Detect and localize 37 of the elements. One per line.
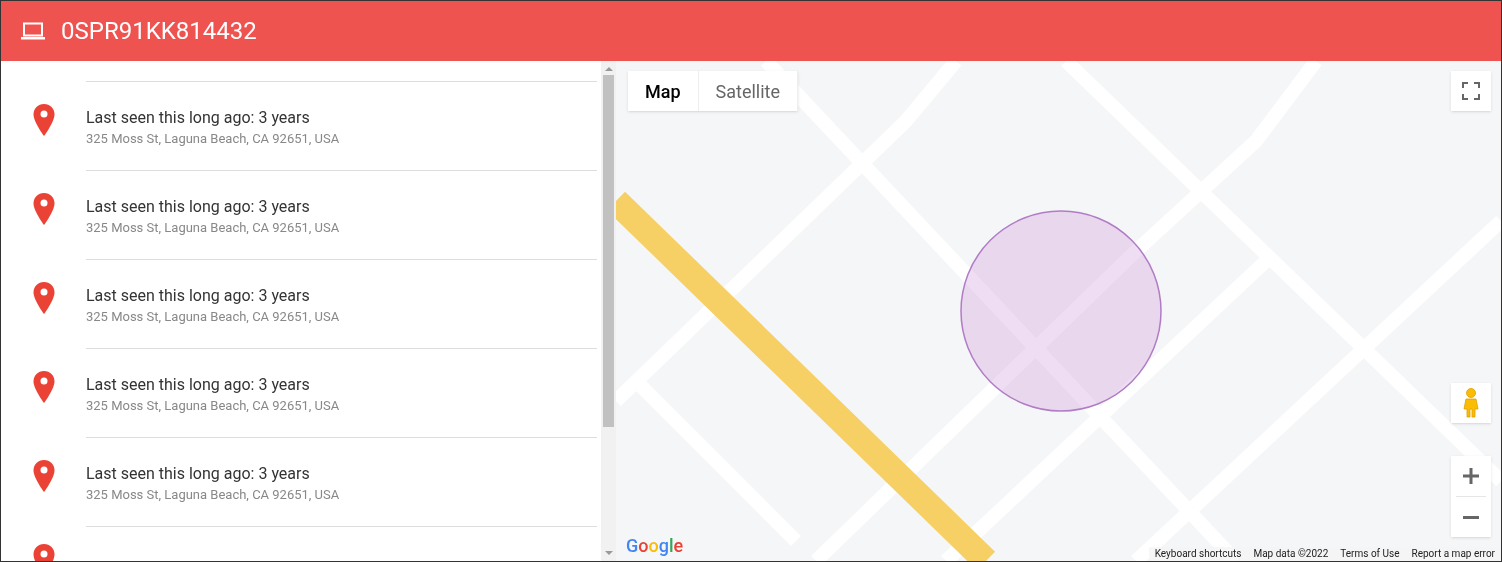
address-text: 325 Moss St, Laguna Beach, CA 92651, USA	[86, 486, 341, 504]
device-id-title: 0SPR91KK814432	[61, 16, 257, 47]
map-type-tab[interactable]: Map	[628, 71, 699, 111]
last-seen-text: Last seen this long ago: 3 years	[86, 285, 311, 307]
map-pin-icon	[31, 459, 56, 493]
map-footer-link[interactable]: Terms of Use	[1334, 547, 1406, 561]
map-logo: Google	[626, 535, 684, 557]
map-pin-icon	[31, 281, 56, 315]
fullscreen-icon	[1462, 82, 1480, 100]
map-type-tab[interactable]: Satellite	[698, 71, 799, 111]
location-item[interactable]: Last seen this long ago: 3 years 325 Moss St, Laguna Beach, CA 92651, USA	[1, 438, 601, 527]
fullscreen-button[interactable]	[1451, 71, 1491, 111]
last-seen-text: Last seen this long ago: 3 years	[86, 463, 311, 485]
map-pin-icon	[31, 370, 56, 404]
map-pin-icon	[31, 103, 56, 137]
location-item[interactable]: Last seen this long ago: 3 years 325 Moss St, Laguna Beach, CA 92651, USA	[1, 349, 601, 438]
map-footer-link[interactable]: Map data ©2022	[1247, 547, 1335, 561]
last-seen-text: Last seen this long ago: 3 years	[86, 196, 311, 218]
address-text: 325 Moss St, Laguna Beach, CA 92651, USA	[86, 308, 341, 326]
scrollbar[interactable]	[601, 61, 616, 561]
last-seen-text: Last seen this long ago: 3 years	[86, 107, 311, 129]
person-icon	[1463, 388, 1479, 418]
map-footer-link[interactable]: Keyboard shortcuts	[1148, 547, 1248, 561]
address-text: 325 Moss St, Laguna Beach, CA 92651, USA	[86, 130, 341, 148]
location-item[interactable]: Last seen this long ago: 3 years 325 Moss St, Laguna Beach, CA 92651, USA	[1, 171, 601, 260]
plus-icon	[1462, 467, 1480, 485]
address-text: 325 Moss St, Laguna Beach, CA 92651, USA	[86, 219, 341, 237]
address-text: 325 Moss St, Laguna Beach, CA 92651, USA	[86, 397, 341, 415]
laptop-icon	[21, 22, 45, 40]
scrollbar-thumb[interactable]	[603, 75, 614, 427]
minus-icon	[1463, 515, 1479, 519]
location-item[interactable]: Last seen this long ago: 3 years 325 Moss St, Laguna Beach, CA 92651, USA	[1, 82, 601, 171]
last-seen-text: Last seen this long ago: 3 years	[86, 374, 311, 396]
map-pin-icon	[31, 192, 56, 226]
street-view-button[interactable]	[1451, 383, 1491, 423]
map-footer-link[interactable]: Report a map error	[1405, 547, 1501, 561]
location-item[interactable]: Last seen this long ago: 3 years 325 Moss St, Laguna Beach, CA 92651, USA	[1, 260, 601, 349]
